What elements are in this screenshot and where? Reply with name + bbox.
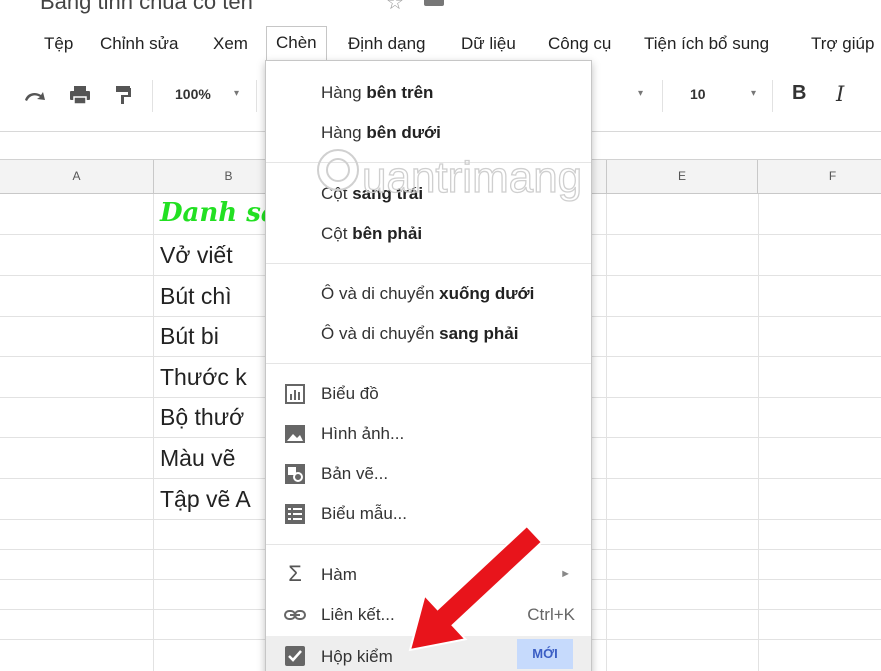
menu-separator bbox=[266, 363, 591, 364]
print-icon[interactable] bbox=[68, 84, 92, 106]
insert-function[interactable]: Σ Hàm ► bbox=[266, 556, 591, 592]
insert-drawing[interactable]: Bản vẽ... bbox=[266, 455, 591, 491]
link-icon bbox=[284, 610, 306, 620]
toolbar-separator bbox=[772, 80, 773, 112]
cell-b3[interactable]: Bút chì bbox=[160, 283, 232, 310]
insert-column-right[interactable]: Cột bên phải bbox=[266, 215, 591, 251]
menu-item-label: Liên kết... bbox=[321, 605, 395, 624]
cell-b5[interactable]: Thước k bbox=[160, 364, 247, 391]
document-title[interactable]: Bang tinh chua co ten bbox=[40, 0, 253, 15]
spreadsheet-window: Bang tinh chua co ten ☆ Tệp Chỉnh sửa Xe… bbox=[0, 0, 881, 671]
insert-row-above[interactable]: Hàng bên trên bbox=[266, 74, 591, 110]
star-icon[interactable]: ☆ bbox=[386, 0, 404, 15]
insert-column-left[interactable]: Cột sang trái bbox=[266, 175, 591, 211]
chart-icon bbox=[285, 384, 305, 404]
insert-row-below[interactable]: Hàng bên dưới bbox=[266, 114, 591, 150]
toolbar-separator bbox=[256, 80, 257, 112]
menu-separator bbox=[266, 162, 591, 163]
menu-addons[interactable]: Tiện ích bổ sung bbox=[638, 32, 775, 56]
toolbar-separator bbox=[152, 80, 153, 112]
image-icon bbox=[285, 425, 305, 443]
toolbar-separator bbox=[662, 80, 663, 112]
zoom-caret-icon[interactable]: ▾ bbox=[234, 88, 239, 99]
new-badge: MỚI bbox=[517, 639, 573, 669]
insert-cells-shift-right[interactable]: Ô và di chuyển sang phải bbox=[266, 315, 591, 351]
insert-link[interactable]: Liên kết... Ctrl+K bbox=[266, 596, 591, 632]
menu-item-label: Cột sang trái bbox=[321, 184, 424, 203]
menu-help[interactable]: Trợ giúp bbox=[805, 32, 880, 56]
link-shortcut: Ctrl+K bbox=[527, 605, 575, 624]
grid-line bbox=[153, 194, 154, 671]
italic-button[interactable]: I bbox=[836, 82, 844, 106]
zoom-value[interactable]: 100% bbox=[175, 86, 211, 102]
font-size-caret-icon[interactable]: ▾ bbox=[751, 88, 756, 99]
cell-b6[interactable]: Bộ thướ bbox=[160, 404, 244, 431]
bold-button[interactable]: B bbox=[792, 82, 806, 105]
font-size-value[interactable]: 10 bbox=[690, 86, 706, 102]
menu-separator bbox=[266, 544, 591, 545]
menu-file[interactable]: Tệp bbox=[38, 32, 79, 56]
title-strip: Bang tinh chua co ten ☆ bbox=[0, 0, 881, 26]
drawing-icon bbox=[285, 464, 305, 484]
menu-view[interactable]: Xem bbox=[207, 32, 254, 56]
cell-b7[interactable]: Màu vẽ bbox=[160, 445, 235, 472]
paint-format-icon[interactable] bbox=[112, 84, 134, 106]
cell-b2[interactable]: Vở viết bbox=[160, 242, 233, 269]
insert-chart[interactable]: Biểu đồ bbox=[266, 375, 591, 411]
insert-image[interactable]: Hình ảnh... bbox=[266, 415, 591, 451]
column-header-a[interactable]: A bbox=[0, 160, 154, 193]
menu-insert[interactable]: Chèn bbox=[266, 26, 327, 60]
menu-item-label: Hàng bên trên bbox=[321, 83, 434, 102]
menu-separator bbox=[266, 263, 591, 264]
grid-line bbox=[758, 194, 759, 671]
menu-item-label: Biểu mẫu... bbox=[321, 504, 407, 523]
menu-bar: Tệp Chỉnh sửa Xem Chèn Định dạng Dữ liệu… bbox=[0, 26, 881, 60]
column-header-f[interactable]: F bbox=[758, 160, 881, 193]
menu-edit[interactable]: Chỉnh sửa bbox=[94, 32, 184, 56]
menu-item-label: Cột bên phải bbox=[321, 224, 423, 243]
grid-line bbox=[606, 194, 607, 671]
cell-b8[interactable]: Tập vẽ A bbox=[160, 486, 251, 513]
menu-item-label: Ô và di chuyển xuống dưới bbox=[321, 284, 535, 303]
form-icon bbox=[285, 504, 305, 524]
checkbox-icon bbox=[285, 646, 305, 666]
cell-b4[interactable]: Bút bi bbox=[160, 323, 219, 350]
sigma-icon: Σ bbox=[288, 561, 302, 586]
menu-tools[interactable]: Công cụ bbox=[542, 32, 617, 56]
menu-item-label: Hàng bên dưới bbox=[321, 123, 441, 142]
column-header-e[interactable]: E bbox=[606, 160, 758, 193]
menu-item-label: Ô và di chuyển sang phải bbox=[321, 324, 519, 343]
redo-icon[interactable] bbox=[22, 84, 48, 106]
insert-form[interactable]: Biểu mẫu... bbox=[266, 495, 591, 531]
insert-menu: Hàng bên trên Hàng bên dưới Cột sang trá… bbox=[265, 60, 592, 671]
insert-checkbox[interactable]: Hộp kiểm MỚI bbox=[266, 636, 591, 671]
insert-cells-shift-down[interactable]: Ô và di chuyển xuống dưới bbox=[266, 275, 591, 311]
menu-item-label: Hình ảnh... bbox=[321, 424, 405, 443]
menu-format[interactable]: Định dạng bbox=[342, 32, 432, 56]
menu-data[interactable]: Dữ liệu bbox=[455, 32, 522, 56]
menu-item-label: Biểu đồ bbox=[321, 384, 379, 403]
menu-item-label: Hàm bbox=[321, 565, 357, 584]
folder-icon[interactable] bbox=[424, 0, 444, 6]
submenu-arrow-icon: ► bbox=[560, 568, 571, 580]
font-caret-icon[interactable]: ▾ bbox=[638, 88, 643, 99]
menu-item-label: Hộp kiểm bbox=[321, 647, 393, 666]
menu-item-label: Bản vẽ... bbox=[321, 464, 389, 483]
